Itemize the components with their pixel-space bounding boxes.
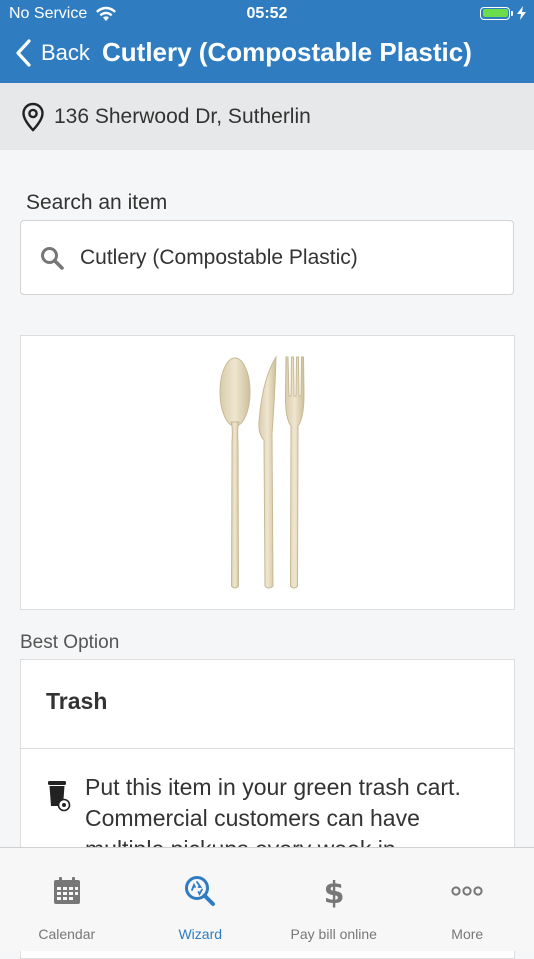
address-text: 136 Sherwood Dr, Sutherlin [54, 105, 311, 129]
tab-calendar[interactable]: Calendar [0, 848, 134, 951]
divider [21, 748, 514, 749]
svg-text:$: $ [323, 876, 344, 908]
tab-bar: Calendar Wizard $ Pay bill online More [0, 847, 534, 951]
tab-more-label: More [401, 926, 534, 942]
top-bar: No Service 05:52 Back Cutlery (Compostab… [0, 0, 534, 83]
calendar-icon [50, 874, 84, 908]
search-label: Search an item [26, 191, 167, 215]
cutlery-image [216, 354, 316, 594]
tab-pay-bill-label: Pay bill online [267, 926, 401, 942]
location-pin-icon [20, 102, 46, 132]
status-bar: No Service 05:52 [0, 0, 534, 28]
clock: 05:52 [0, 5, 534, 23]
tab-more[interactable]: More [401, 848, 534, 951]
tab-pay-bill[interactable]: $ Pay bill online [267, 848, 401, 951]
search-input[interactable] [78, 245, 482, 271]
battery-indicator [480, 6, 526, 20]
more-icon [450, 874, 484, 908]
option-title: Trash [46, 688, 107, 715]
search-icon [40, 246, 64, 270]
best-option-label: Best Option [20, 632, 119, 654]
chevron-left-icon [15, 39, 31, 67]
back-button[interactable]: Back [15, 38, 90, 68]
item-image-card [20, 335, 515, 610]
dollar-icon: $ [317, 874, 351, 908]
back-label: Back [41, 40, 90, 66]
charging-icon [517, 6, 526, 20]
tab-calendar-label: Calendar [0, 926, 134, 942]
trash-cart-icon [47, 778, 71, 812]
address-bar[interactable]: 136 Sherwood Dr, Sutherlin [0, 83, 534, 150]
wizard-search-icon [183, 874, 217, 908]
page-title: Cutlery (Compostable Plastic) [102, 37, 472, 68]
tab-wizard[interactable]: Wizard [134, 848, 268, 951]
search-field[interactable] [20, 220, 514, 295]
tab-wizard-label: Wizard [134, 926, 268, 942]
battery-icon [480, 7, 510, 20]
